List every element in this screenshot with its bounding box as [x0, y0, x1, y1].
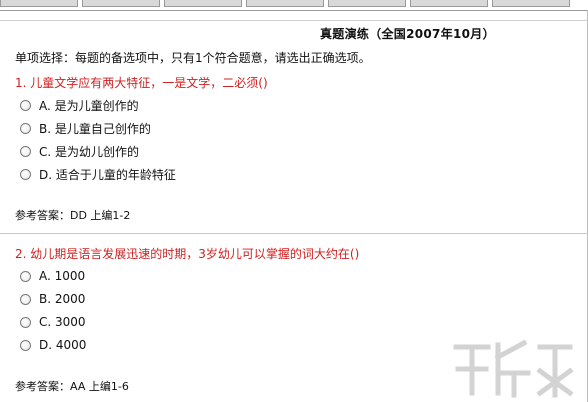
option-label: C. 是为幼儿创作的 — [39, 145, 140, 159]
title-divider — [0, 20, 588, 21]
top-tab-strip — [0, 0, 588, 9]
option-label: C. 3000 — [39, 315, 86, 329]
option-label: A. 是为儿童创作的 — [39, 99, 139, 113]
radio-button[interactable] — [20, 293, 31, 305]
radio-button[interactable] — [20, 146, 31, 157]
radio-button[interactable] — [20, 123, 31, 134]
page-title: 真题演练（全国2007年10月） — [320, 27, 495, 41]
radio-button[interactable] — [20, 316, 31, 328]
option-label: D. 适合于儿童的年龄特征 — [39, 168, 176, 182]
question-2-option-c[interactable]: C. 3000 — [20, 315, 86, 329]
radio-button[interactable] — [20, 169, 31, 180]
question-divider — [0, 233, 588, 234]
question-1-option-a[interactable]: A. 是为儿童创作的 — [20, 97, 139, 114]
option-label: D. 4000 — [39, 338, 87, 352]
option-label: A. 1000 — [39, 269, 86, 283]
radio-button[interactable] — [20, 270, 31, 282]
question-1-option-d[interactable]: D. 适合于儿童的年龄特征 — [20, 166, 176, 183]
option-label: B. 是儿童自己创作的 — [39, 122, 151, 136]
radio-button[interactable] — [20, 339, 31, 351]
top-tab-1[interactable] — [0, 0, 78, 7]
question-2-text: 2. 幼儿期是语言发展迅速的时期，3岁幼儿可以掌握的词大约在() — [15, 247, 360, 261]
top-tab-2[interactable] — [82, 0, 160, 7]
instructions-text: 单项选择：每题的备选项中，只有1个符合题意，请选出正确选项。 — [15, 51, 371, 65]
radio-button[interactable] — [20, 100, 31, 111]
question-2-answer: 参考答案：AA 上编1-6 — [15, 380, 129, 393]
question-1-answer: 参考答案：DD 上编1-2 — [15, 209, 131, 222]
question-2-option-d[interactable]: D. 4000 — [20, 338, 86, 352]
question-2-option-b[interactable]: B. 2000 — [20, 292, 85, 306]
question-1-option-c[interactable]: C. 是为幼儿创作的 — [20, 143, 139, 160]
top-tab-6[interactable] — [410, 0, 488, 7]
question-2-option-a[interactable]: A. 1000 — [20, 269, 85, 283]
top-tab-5[interactable] — [328, 0, 406, 7]
option-label: B. 2000 — [39, 292, 86, 306]
top-tab-4[interactable] — [246, 0, 324, 7]
question-1-option-b[interactable]: B. 是儿童自己创作的 — [20, 120, 151, 137]
top-tab-3[interactable] — [164, 0, 242, 7]
top-divider — [0, 10, 588, 11]
question-1-text: 1. 儿童文学应有两大特征，一是文学，二必须() — [15, 76, 268, 90]
download-site-logo-icon — [453, 339, 574, 398]
top-tab-7[interactable] — [492, 0, 570, 7]
